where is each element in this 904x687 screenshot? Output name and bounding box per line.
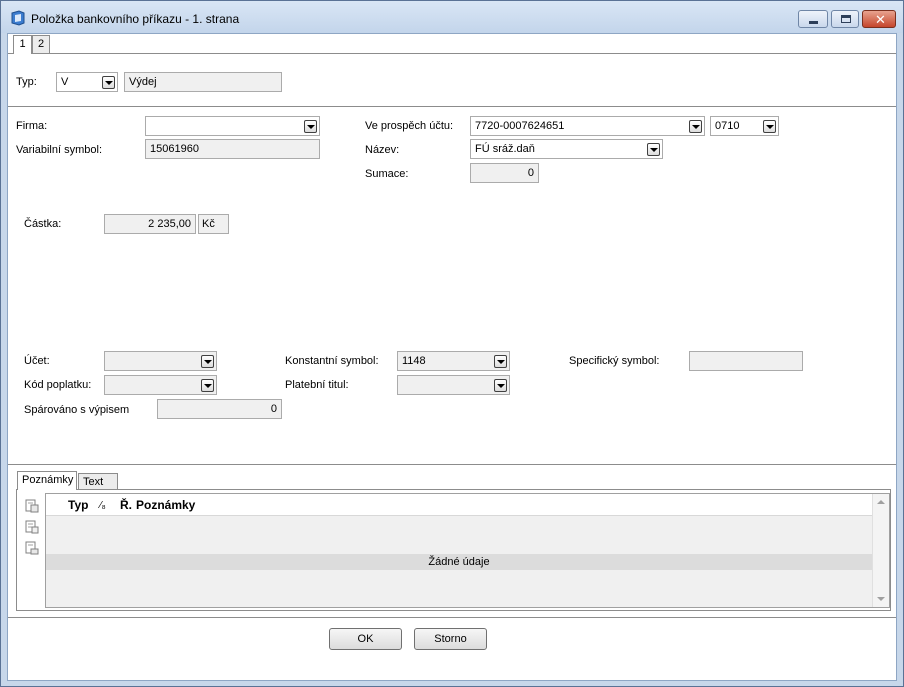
ve-prospech-uctu-label: Ve prospěch účtu: bbox=[365, 120, 454, 132]
bank-code-value: 0710 bbox=[715, 120, 740, 132]
variabilni-symbol-label: Variabilní symbol: bbox=[16, 144, 102, 156]
delete-note-icon[interactable] bbox=[25, 541, 39, 555]
scroll-up-icon[interactable] bbox=[877, 500, 885, 504]
column-poznamky[interactable]: Poznámky bbox=[136, 498, 195, 512]
column-radek[interactable]: Ř. bbox=[120, 498, 132, 512]
chevron-down-icon[interactable] bbox=[304, 120, 317, 133]
empty-message: Žádné údaje bbox=[46, 554, 872, 570]
chevron-down-icon[interactable] bbox=[647, 143, 660, 156]
typ-description: Výdej bbox=[124, 72, 282, 92]
sumace-value: 0 bbox=[470, 163, 539, 183]
konstantni-symbol-select[interactable]: 1148 bbox=[397, 351, 510, 371]
specificky-symbol-input[interactable] bbox=[689, 351, 803, 371]
tab-divider bbox=[8, 53, 896, 54]
chevron-down-icon[interactable] bbox=[494, 355, 507, 368]
konstantni-symbol-value: 1148 bbox=[402, 355, 426, 367]
sumace-label: Sumace: bbox=[365, 168, 409, 180]
ve-prospech-uctu-select[interactable]: 7720-0007624651 bbox=[470, 116, 705, 136]
platebni-titul-select[interactable] bbox=[397, 375, 510, 395]
chevron-down-icon[interactable] bbox=[201, 355, 214, 368]
mena-value: Kč bbox=[198, 214, 229, 234]
close-button[interactable]: ✕ bbox=[862, 10, 896, 28]
section-divider bbox=[8, 464, 896, 465]
typ-label: Typ: bbox=[16, 76, 37, 88]
maximize-icon bbox=[841, 15, 851, 23]
ok-button[interactable]: OK bbox=[329, 628, 402, 650]
chevron-down-icon[interactable] bbox=[689, 120, 702, 133]
kod-poplatku-label: Kód poplatku: bbox=[24, 379, 92, 391]
grid-header: Typ ⁄₈ Ř. Poznámky bbox=[46, 494, 872, 516]
notes-grid[interactable]: Typ ⁄₈ Ř. Poznámky Žádné údaje bbox=[45, 493, 890, 608]
nazev-label: Název: bbox=[365, 144, 400, 156]
bank-code-select[interactable]: 0710 bbox=[710, 116, 779, 136]
sparovano-label: Spárováno s výpisem bbox=[24, 404, 130, 416]
ucet-label: Účet: bbox=[24, 355, 50, 367]
specificky-symbol-label: Specifický symbol: bbox=[569, 355, 660, 367]
maximize-button[interactable] bbox=[831, 10, 859, 28]
window-title: Položka bankovního příkazu - 1. strana bbox=[31, 12, 240, 26]
vertical-scrollbar[interactable] bbox=[872, 494, 889, 607]
castka-value: 2 235,00 bbox=[104, 214, 196, 234]
firma-label: Firma: bbox=[16, 120, 48, 132]
tab-text[interactable]: Text bbox=[78, 473, 118, 490]
app-icon bbox=[11, 10, 25, 26]
variabilni-symbol-input[interactable]: 15061960 bbox=[145, 139, 320, 159]
nazev-select[interactable]: FÚ sráž.daň bbox=[470, 139, 663, 159]
typ-select[interactable]: V bbox=[56, 72, 118, 92]
firma-select[interactable] bbox=[145, 116, 320, 136]
storno-button[interactable]: Storno bbox=[414, 628, 487, 650]
castka-label: Částka: bbox=[24, 218, 62, 230]
tab-page-1[interactable]: 1 bbox=[13, 35, 32, 54]
dialog-content: 1 2 Typ: V Výdej Firma: Variabilní symbo… bbox=[7, 33, 897, 681]
ucet-prospech-value: 7720-0007624651 bbox=[475, 120, 565, 132]
chevron-down-icon[interactable] bbox=[201, 379, 214, 392]
footer-divider bbox=[8, 617, 896, 618]
column-typ[interactable]: Typ bbox=[68, 498, 88, 512]
minimize-button[interactable] bbox=[798, 10, 828, 28]
kod-poplatku-select[interactable] bbox=[104, 375, 217, 395]
ucet-select[interactable] bbox=[104, 351, 217, 371]
dialog-window: Položka bankovního příkazu - 1. strana ✕… bbox=[0, 0, 904, 687]
scroll-down-icon[interactable] bbox=[877, 597, 885, 601]
sparovano-value: 0 bbox=[157, 399, 282, 419]
section-divider bbox=[8, 106, 896, 107]
chevron-down-icon[interactable] bbox=[494, 379, 507, 392]
platebni-titul-label: Platební titul: bbox=[285, 379, 349, 391]
typ-value: V bbox=[61, 76, 69, 88]
minimize-icon bbox=[809, 21, 818, 24]
tab-page-2[interactable]: 2 bbox=[32, 35, 50, 53]
edit-note-icon[interactable] bbox=[25, 520, 39, 534]
title-bar[interactable]: Položka bankovního příkazu - 1. strana ✕ bbox=[1, 1, 903, 33]
sort-icon[interactable]: ⁄₈ bbox=[100, 500, 106, 511]
close-icon: ✕ bbox=[875, 12, 886, 27]
konstantni-symbol-label: Konstantní symbol: bbox=[285, 355, 379, 367]
tab-poznamky[interactable]: Poznámky bbox=[17, 471, 77, 490]
add-note-icon[interactable] bbox=[25, 499, 39, 513]
chevron-down-icon[interactable] bbox=[102, 76, 115, 89]
chevron-down-icon[interactable] bbox=[763, 120, 776, 133]
nazev-value: FÚ sráž.daň bbox=[475, 143, 535, 155]
